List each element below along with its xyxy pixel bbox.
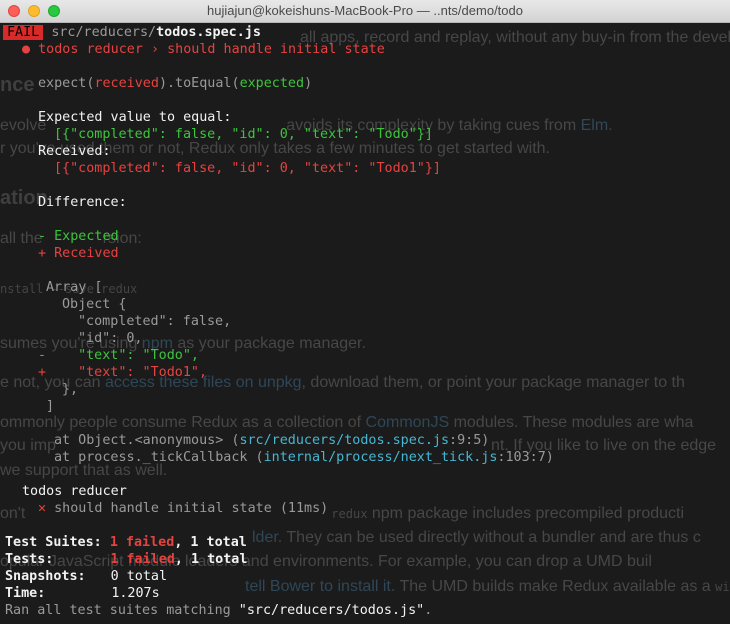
diff-line: "id": 0,	[78, 331, 143, 346]
fail-cross-icon: ✕	[38, 501, 47, 516]
test-file-header: FAIL src/reducers/todos.spec.js	[3, 24, 261, 41]
diff-legend-received: + Received	[38, 246, 119, 261]
stack-file-link[interactable]: internal/process/next_tick.js	[264, 450, 498, 465]
diff-line: Object {	[62, 297, 127, 312]
summary-ran-all: Ran all test suites matching "src/reduce…	[5, 603, 433, 618]
diff-line: "completed": false,	[78, 314, 232, 329]
summary-suites: Test Suites: 1 failed, 1 total	[5, 535, 247, 550]
summary-time: Time: 1.207s	[5, 586, 160, 601]
fail-badge: FAIL	[3, 25, 44, 40]
spec-filename: todos.spec.js	[156, 25, 261, 40]
test-result-line: ✕ should handle initial state (11ms)	[38, 501, 329, 516]
suite-name: todos reducer	[22, 484, 127, 499]
stack-trace-line: at process._tickCallback (internal/proce…	[54, 450, 554, 465]
stack-file-link[interactable]: src/reducers/todos.spec.js	[239, 433, 449, 448]
expected-value: [{"completed": false, "id": 0, "text": "…	[54, 127, 433, 142]
summary-snapshots: Snapshots: 0 total	[5, 569, 168, 584]
summary-tests: Tests: 1 failed, 1 total	[5, 552, 248, 567]
expected-label: Expected value to equal:	[38, 110, 232, 125]
received-value: [{"completed": false, "id": 0, "text": "…	[54, 161, 441, 176]
test-failure-title: ● todos reducer › should handle initial …	[22, 42, 385, 57]
diff-line-added: + "text": "Todo1",	[38, 365, 208, 380]
title-bar: hujiajun@kokeishuns-MacBook-Pro — ..nts/…	[0, 0, 730, 23]
terminal-window: hujiajun@kokeishuns-MacBook-Pro — ..nts/…	[0, 0, 730, 624]
diff-line-removed: - "text": "Todo",	[38, 348, 199, 363]
terminal-output[interactable]: FAIL src/reducers/todos.spec.js ● todos …	[0, 22, 730, 624]
window-title: hujiajun@kokeishuns-MacBook-Pro — ..nts/…	[207, 3, 523, 18]
diff-line: Array [	[46, 280, 103, 295]
failure-bullet-icon: ●	[22, 42, 31, 57]
received-label: Received:	[38, 144, 111, 159]
stack-trace-line: at Object.<anonymous> (src/reducers/todo…	[54, 433, 490, 448]
assertion-expression: expect(received).toEqual(expected)	[38, 76, 313, 91]
spec-directory: src/reducers/	[51, 25, 157, 40]
difference-label: Difference:	[38, 195, 127, 210]
diff-legend-expected: - Expected	[38, 229, 119, 244]
diff-line: },	[62, 382, 79, 397]
diff-line: ]	[46, 399, 55, 414]
